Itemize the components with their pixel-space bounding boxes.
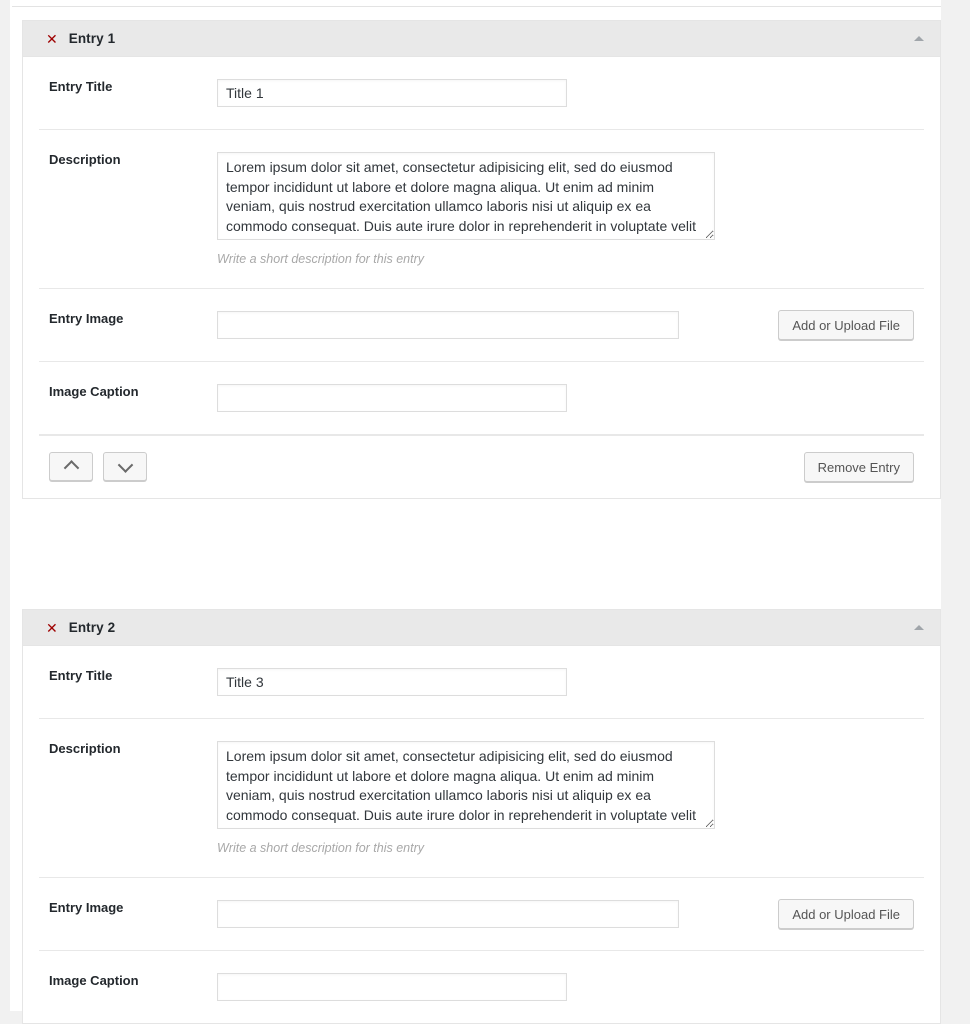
triangle-up-icon [914,625,924,630]
page-gutter-right [941,0,970,1011]
image-caption-input[interactable] [217,384,567,412]
field-description: Lorem ipsum dolor sit amet, consectetur … [217,152,924,266]
remove-entry-x-icon[interactable]: ✕ [46,32,58,46]
description-textarea[interactable]: Lorem ipsum dolor sit amet, consectetur … [217,741,715,829]
field-row-description: Description Lorem ipsum dolor sit amet, … [39,719,924,878]
label-entry-title: Entry Title [49,668,113,683]
entry-reorder-controls [39,452,147,481]
remove-entry-button[interactable]: Remove Entry [803,452,914,482]
description-help-text: Write a short description for this entry [217,252,425,266]
field-row-description: Description Lorem ipsum dolor sit amet, … [39,130,924,289]
entry-header-title: Entry 2 [68,620,116,635]
field-row-entry-title: Entry Title [39,646,924,719]
label-entry-image: Entry Image [49,900,124,915]
label-image-caption: Image Caption [49,973,139,988]
description-help-text: Write a short description for this entry [217,841,425,855]
entry-section: ✕ Entry 1 Entry Title Description Lorem … [22,20,941,499]
move-entry-down-button[interactable] [103,452,147,481]
page-gutter-left [0,0,10,1011]
image-caption-input[interactable] [217,973,567,1001]
entry-title-input[interactable] [217,79,567,107]
triangle-up-icon [914,36,924,41]
move-entry-up-button[interactable] [49,452,93,481]
label-entry-title: Entry Title [49,79,113,94]
collapse-toggle-icon[interactable] [912,32,926,46]
entry-body: Entry Title Description Lorem ipsum dolo… [23,57,940,498]
field-entry-title [217,668,924,696]
entry-header-title: Entry 1 [68,31,116,46]
remove-entry-x-icon[interactable]: ✕ [46,621,58,635]
metabox-page: ✕ Entry 1 Entry Title Description Lorem … [10,0,941,1024]
entry-footer: Remove Entry [39,435,924,498]
field-row-image-caption: Image Caption [39,951,924,1023]
collapse-toggle-icon[interactable] [912,621,926,635]
label-image-caption: Image Caption [49,384,139,399]
field-row-entry-title: Entry Title [39,57,924,130]
field-row-entry-image: Entry Image Add or Upload File [39,289,924,362]
entry-image-input[interactable] [217,900,679,928]
chevron-down-icon [117,457,133,473]
field-description: Lorem ipsum dolor sit amet, consectetur … [217,741,924,855]
field-row-image-caption: Image Caption [39,362,924,435]
entry-header[interactable]: ✕ Entry 1 [23,21,940,57]
add-or-upload-file-button[interactable]: Add or Upload File [778,899,914,929]
field-row-entry-image: Entry Image Add or Upload File [39,878,924,951]
description-textarea[interactable]: Lorem ipsum dolor sit amet, consectetur … [217,152,715,240]
field-entry-title [217,79,924,107]
entry-image-input[interactable] [217,311,679,339]
label-entry-image: Entry Image [49,311,124,326]
label-description: Description [49,152,121,167]
entry-section: ✕ Entry 2 Entry Title Description Lorem … [22,609,941,1024]
top-divider [12,6,941,7]
entry-body: Entry Title Description Lorem ipsum dolo… [23,646,940,1023]
field-image-caption [217,384,924,412]
add-or-upload-file-button[interactable]: Add or Upload File [778,310,914,340]
entry-header[interactable]: ✕ Entry 2 [23,610,940,646]
field-image-caption [217,973,924,1001]
chevron-up-icon [63,460,79,476]
entry-title-input[interactable] [217,668,567,696]
label-description: Description [49,741,121,756]
